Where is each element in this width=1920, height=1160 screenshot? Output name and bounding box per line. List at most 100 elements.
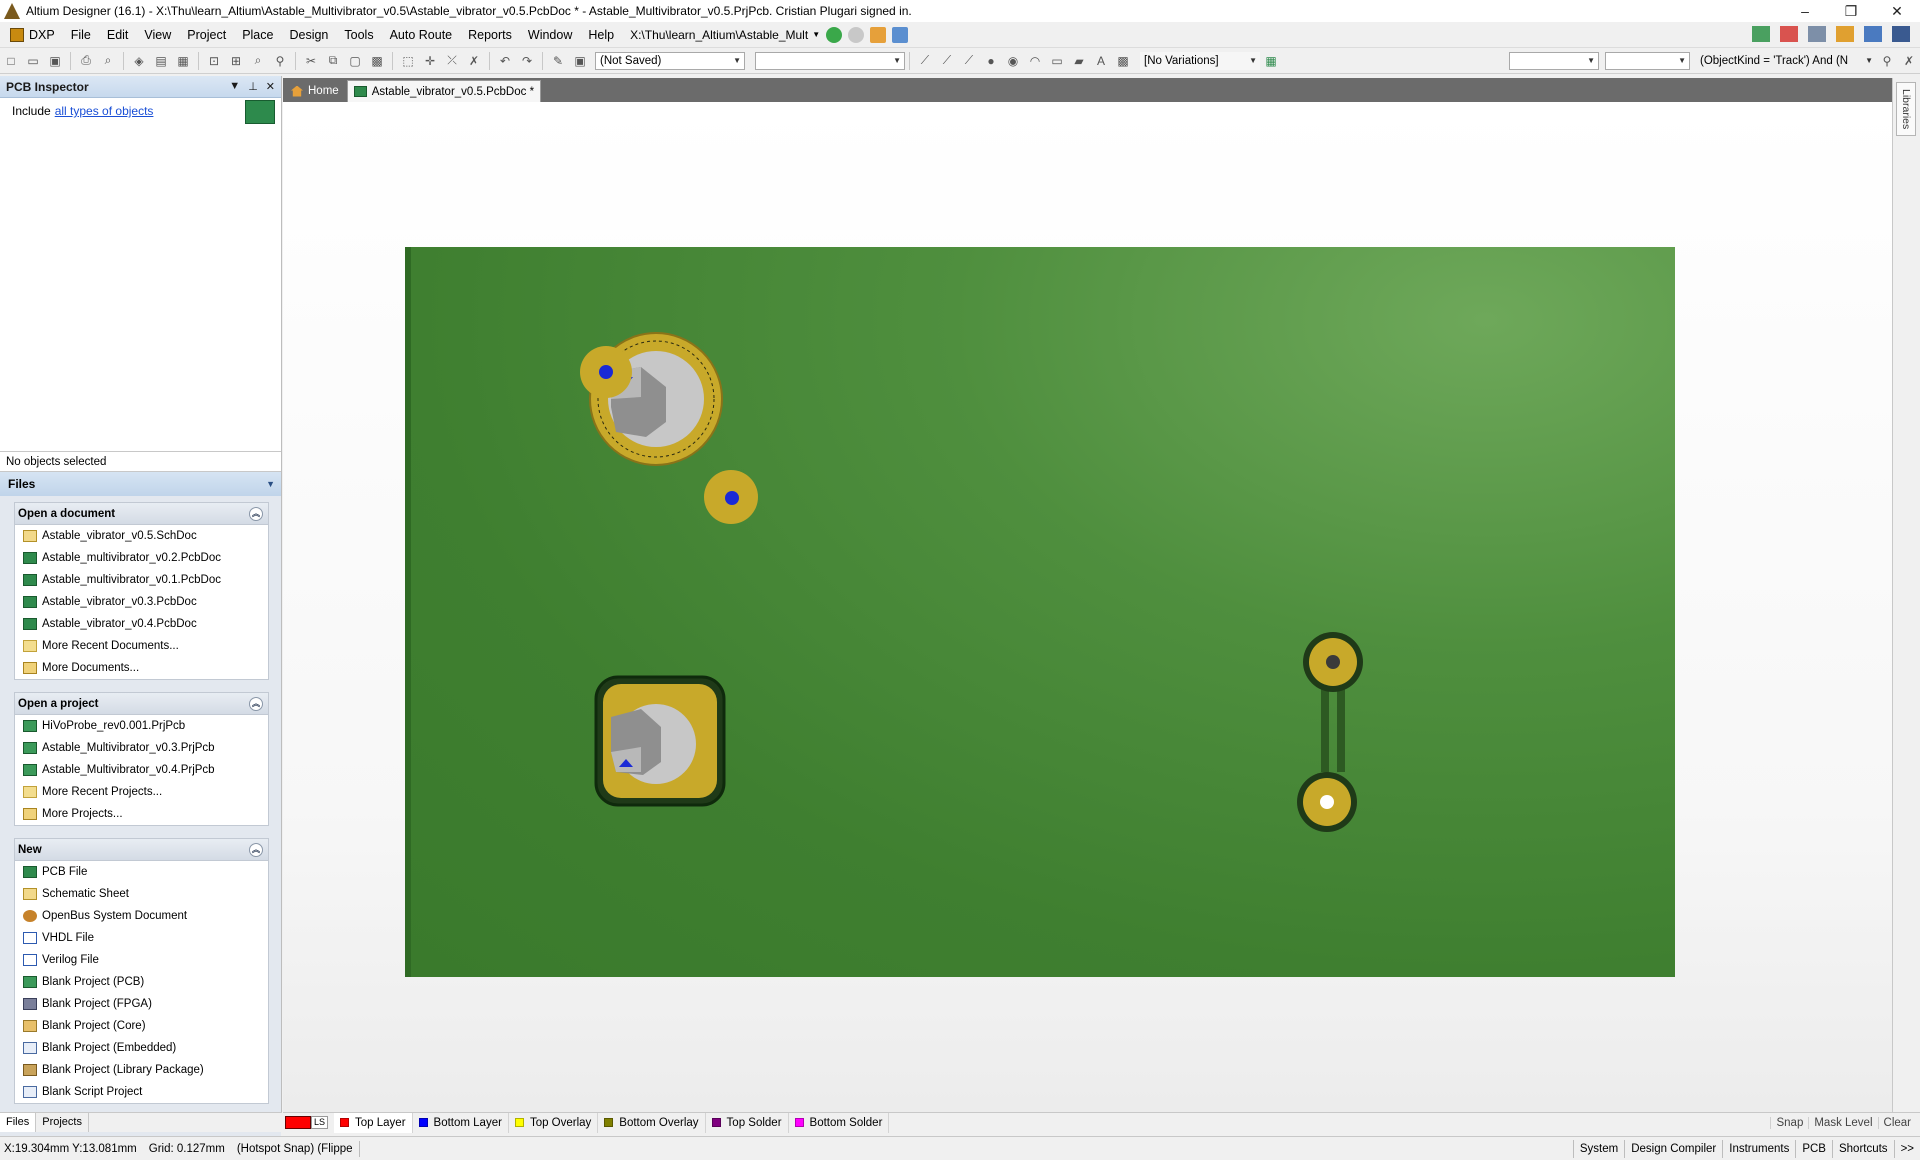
- component-align-icon[interactable]: [1780, 26, 1798, 42]
- pcb-canvas[interactable]: [283, 102, 1892, 1160]
- folder-icon[interactable]: ▦: [173, 52, 193, 70]
- list-item[interactable]: Blank Project (Embedded): [15, 1037, 268, 1059]
- restore-button[interactable]: ❐: [1828, 0, 1874, 22]
- list-item[interactable]: More Recent Projects...: [15, 781, 268, 803]
- list-item[interactable]: Astable_vibrator_v0.5.SchDoc: [15, 525, 268, 547]
- layer-tab-bottom-layer[interactable]: Bottom Layer: [413, 1112, 509, 1133]
- panel-menu-icon[interactable]: ▼: [229, 80, 240, 93]
- redo-icon[interactable]: ↷: [517, 52, 537, 70]
- paste-icon[interactable]: ▢: [345, 52, 365, 70]
- component-round-pad[interactable]: [580, 332, 758, 524]
- more-button[interactable]: >>: [1893, 1140, 1920, 1158]
- dimension-icon[interactable]: [1836, 26, 1854, 42]
- browse-component-icon[interactable]: ▣: [570, 52, 590, 70]
- apply-filter-icon[interactable]: ⚲: [1877, 52, 1897, 70]
- tab-pcbdoc[interactable]: Astable_vibrator_v0.5.PcbDoc *: [346, 80, 542, 102]
- refresh-icon[interactable]: [892, 26, 909, 43]
- menu-design[interactable]: Design: [281, 22, 336, 48]
- menu-tools[interactable]: Tools: [336, 22, 381, 48]
- cut-icon[interactable]: ✂: [301, 52, 321, 70]
- save-icon[interactable]: ▣: [45, 52, 65, 70]
- collapse-icon[interactable]: ︽: [249, 842, 263, 857]
- include-types-link[interactable]: all types of objects: [55, 104, 154, 118]
- tab-files[interactable]: Files: [0, 1113, 37, 1132]
- panel-close-icon[interactable]: ✕: [266, 80, 275, 93]
- section-header[interactable]: Open a project ︽: [15, 693, 268, 715]
- menu-edit[interactable]: Edit: [99, 22, 137, 48]
- component-square-pad[interactable]: [594, 675, 726, 807]
- menu-file[interactable]: File: [63, 22, 99, 48]
- text-tools-icon[interactable]: [1808, 26, 1826, 42]
- forward-arrow-icon[interactable]: [848, 26, 865, 43]
- clear-filter-icon[interactable]: ✗: [464, 52, 484, 70]
- layer-tab-bottom-solder[interactable]: Bottom Solder: [789, 1112, 890, 1133]
- new-icon[interactable]: □: [1, 52, 21, 70]
- print-icon[interactable]: ⎙: [76, 52, 96, 70]
- filter-combo-a[interactable]: ▼: [1509, 51, 1599, 70]
- variant-manager-icon[interactable]: ▦: [1261, 52, 1281, 70]
- clear-button[interactable]: Clear: [1877, 1117, 1916, 1129]
- list-item[interactable]: Verilog File: [15, 949, 268, 971]
- undo-icon[interactable]: ↶: [495, 52, 515, 70]
- query-combo[interactable]: (ObjectKind = 'Track') And (N ▼: [1696, 52, 1876, 70]
- layer-tab-top-solder[interactable]: Top Solder: [706, 1112, 789, 1133]
- rubber-stamp-icon[interactable]: ▩: [367, 52, 387, 70]
- list-item[interactable]: Astable_Multivibrator_v0.3.PrjPcb: [15, 737, 268, 759]
- move-icon[interactable]: ✛: [420, 52, 440, 70]
- saved-state-combo[interactable]: (Not Saved) ▼: [595, 51, 745, 70]
- menu-place[interactable]: Place: [234, 22, 281, 48]
- pad-icon[interactable]: ●: [981, 52, 1001, 70]
- list-item[interactable]: More Projects...: [15, 803, 268, 825]
- diff-pair-icon[interactable]: ⟋: [959, 52, 979, 70]
- pin-icon[interactable]: ⊥: [248, 80, 258, 93]
- collapse-icon[interactable]: ︽: [249, 696, 263, 711]
- interactive-route-icon[interactable]: [1752, 26, 1770, 42]
- print-preview-icon[interactable]: ⌕: [98, 52, 118, 70]
- layer-tab-bottom-overlay[interactable]: Bottom Overlay: [598, 1112, 706, 1133]
- menu-auto-route[interactable]: Auto Route: [382, 22, 461, 48]
- variations-combo[interactable]: [No Variations] ▼: [1140, 51, 1260, 70]
- pcb-button[interactable]: PCB: [1795, 1140, 1832, 1158]
- back-arrow-icon[interactable]: [826, 26, 843, 43]
- list-item[interactable]: Astable_multivibrator_v0.2.PcbDoc: [15, 547, 268, 569]
- list-item[interactable]: Blank Project (FPGA): [15, 993, 268, 1015]
- zoom-filter-icon[interactable]: ⚲: [270, 52, 290, 70]
- menu-help[interactable]: Help: [580, 22, 622, 48]
- room-icon[interactable]: [1864, 26, 1882, 42]
- list-item[interactable]: Blank Script Project: [15, 1081, 268, 1103]
- zoom-area-icon[interactable]: ⊞: [226, 52, 246, 70]
- menu-project[interactable]: Project: [179, 22, 234, 48]
- layer-set-box[interactable]: LS: [285, 1116, 329, 1129]
- fill-icon[interactable]: ▭: [1047, 52, 1067, 70]
- zoom-fit-icon[interactable]: ⊡: [204, 52, 224, 70]
- string-icon[interactable]: A: [1091, 52, 1111, 70]
- layer-tab-top-overlay[interactable]: Top Overlay: [509, 1112, 599, 1133]
- arc-icon[interactable]: ◠: [1025, 52, 1045, 70]
- copy-icon[interactable]: ⧉: [323, 52, 343, 70]
- list-item[interactable]: OpenBus System Document: [15, 905, 268, 927]
- list-item[interactable]: Astable_vibrator_v0.4.PcbDoc: [15, 613, 268, 635]
- shortcuts-button[interactable]: Shortcuts: [1831, 1140, 1894, 1158]
- list-item[interactable]: Blank Project (Core): [15, 1015, 268, 1037]
- filter-combo-b[interactable]: ▼: [1605, 51, 1690, 70]
- list-item[interactable]: Astable_vibrator_v0.3.PcbDoc: [15, 591, 268, 613]
- chevron-down-icon[interactable]: ▼: [266, 479, 275, 489]
- via-icon[interactable]: ◉: [1003, 52, 1023, 70]
- instruments-button[interactable]: Instruments: [1722, 1140, 1795, 1158]
- minimize-button[interactable]: –: [1782, 0, 1828, 22]
- list-item[interactable]: PCB File: [15, 861, 268, 883]
- collapse-icon[interactable]: ︽: [249, 506, 263, 521]
- list-item[interactable]: More Documents...: [15, 657, 268, 679]
- clear-query-icon[interactable]: ✗: [1899, 52, 1919, 70]
- close-button[interactable]: ✕: [1874, 0, 1920, 22]
- libraries-tab[interactable]: Libraries: [1896, 82, 1916, 136]
- empty-combo[interactable]: ▼: [755, 51, 905, 70]
- list-item[interactable]: More Recent Documents...: [15, 635, 268, 657]
- component-icon[interactable]: ▩: [1113, 52, 1133, 70]
- board-icon[interactable]: ▤: [151, 52, 171, 70]
- multi-route-icon[interactable]: ⟋: [937, 52, 957, 70]
- menu-window[interactable]: Window: [520, 22, 580, 48]
- inspector-filter-icon[interactable]: [245, 100, 275, 124]
- tab-projects[interactable]: Projects: [36, 1113, 89, 1132]
- layer-stack-icon[interactable]: ◈: [129, 52, 149, 70]
